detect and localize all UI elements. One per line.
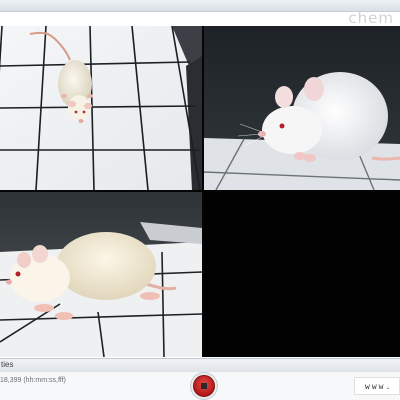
camera-view-3[interactable]: [0, 192, 202, 357]
window-title-bar: [0, 0, 400, 12]
stop-recording-button[interactable]: [193, 375, 215, 397]
camera-view-2[interactable]: [204, 26, 400, 190]
playback-bar: 18,399 (hh:mm:ss,fff) www. qu: [0, 372, 400, 400]
camera-grid: [0, 26, 400, 357]
stop-icon: [201, 383, 207, 389]
camera-view-4-empty[interactable]: [204, 192, 400, 357]
properties-panel-header[interactable]: ties: [0, 358, 400, 373]
watermark: chem: [348, 9, 394, 27]
website-label: www. qu: [354, 377, 400, 395]
toolbar-strip: [0, 12, 400, 26]
properties-panel-label: ties: [1, 360, 14, 369]
camera-view-1[interactable]: [0, 26, 202, 190]
time-readout: 18,399 (hh:mm:ss,fff): [0, 377, 66, 384]
